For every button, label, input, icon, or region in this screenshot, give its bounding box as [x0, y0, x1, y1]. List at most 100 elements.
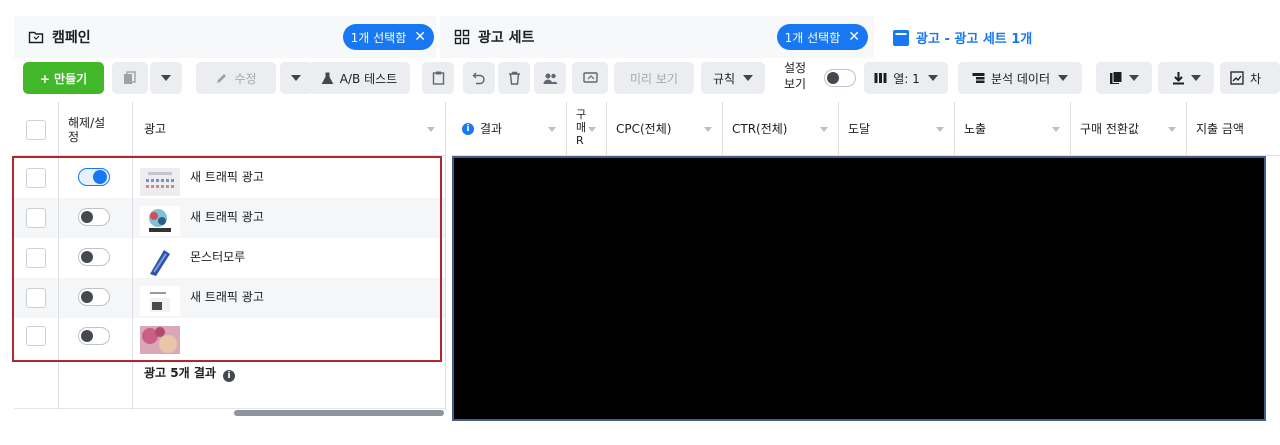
selection-pill-adset[interactable]: 1개 선택함 ✕	[776, 24, 868, 50]
duplicate-button[interactable]	[112, 62, 148, 94]
reports-button[interactable]	[1096, 62, 1152, 94]
edit-button-label: 수정	[234, 71, 257, 86]
header-amount-spent[interactable]: 지출 금액	[1186, 102, 1280, 156]
chart-icon	[1230, 71, 1244, 85]
header-purchase-value-label: 구매 전환값	[1080, 122, 1140, 136]
folder-icon	[28, 29, 44, 45]
header-purchase-roas[interactable]: 구매 R	[566, 102, 606, 156]
tab-campaign[interactable]: 캠페인 1개 선택함 ✕	[14, 16, 440, 58]
clear-selection-icon[interactable]: ✕	[848, 29, 860, 45]
header-toggle[interactable]: 해제/설정	[58, 102, 132, 156]
sort-icon[interactable]	[548, 127, 556, 132]
header-toggle-label: 해제/설정	[68, 116, 106, 144]
duplicate-dropdown-button[interactable]	[150, 62, 182, 94]
flask-icon	[321, 72, 334, 85]
header-purchase-value[interactable]: 구매 전환값	[1070, 102, 1186, 156]
column-divider	[1186, 102, 1187, 156]
share-button[interactable]	[572, 62, 608, 94]
header-impressions[interactable]: 노출	[954, 102, 1070, 156]
column-divider	[606, 102, 607, 156]
header-ad-label: 광고	[144, 122, 167, 136]
clipboard-icon	[432, 71, 445, 85]
chevron-down-icon	[161, 75, 171, 81]
chart-button[interactable]: 차	[1220, 62, 1280, 94]
header-ad-name[interactable]: 광고	[132, 102, 445, 156]
chevron-down-icon	[1190, 75, 1201, 81]
create-button[interactable]: + 만들기	[23, 62, 104, 94]
clear-selection-icon[interactable]: ✕	[414, 29, 426, 45]
toolbar: + 만들기 수정 A/B 테스트 미리 보기 규칙 설정 보기 열: 1 분석 …	[14, 60, 1280, 100]
chevron-down-icon	[1129, 75, 1139, 81]
setting-view-toggle[interactable]	[824, 69, 856, 90]
columns-button[interactable]: 열: 1	[864, 62, 948, 94]
header-cpc-label: CPC(전체)	[616, 122, 672, 136]
level-tabs: 캠페인 1개 선택함 ✕ 광고 세트 1개 선택함 ✕ 광고 - 광고 세트 1…	[14, 16, 1280, 58]
toggle-knob	[827, 72, 839, 84]
edit-button[interactable]: 수정	[196, 62, 276, 94]
column-divider	[722, 102, 723, 156]
sort-icon[interactable]	[704, 127, 712, 132]
info-icon[interactable]: i	[223, 370, 236, 382]
ad-card-icon	[892, 29, 909, 46]
sort-icon[interactable]	[1052, 127, 1060, 132]
ab-test-button[interactable]: A/B 테스트	[308, 62, 410, 94]
header-result-label: 결과	[480, 122, 503, 136]
chart-label: 차	[1250, 71, 1262, 86]
column-divider	[838, 102, 839, 156]
header-cpc[interactable]: CPC(전체)	[606, 102, 722, 156]
header-result[interactable]: i 결과	[452, 102, 566, 156]
column-divider	[1070, 102, 1071, 156]
pencil-icon	[215, 72, 228, 85]
trash-icon	[508, 71, 521, 85]
setting-view-label: 설정 보기	[783, 61, 807, 91]
results-summary: 광고 5개 결과 i	[144, 364, 236, 382]
header-reach-label: 도달	[848, 122, 871, 136]
horizontal-scrollbar[interactable]	[234, 410, 444, 416]
export-button[interactable]	[1158, 62, 1214, 94]
rules-button[interactable]: 규칙	[701, 62, 765, 94]
selection-pill-label: 1개 선택함	[784, 30, 841, 45]
columns-label: 열: 1	[893, 71, 920, 86]
breakdown-button[interactable]: 분석 데이터	[958, 62, 1082, 94]
chevron-down-icon	[1058, 75, 1068, 81]
delete-button[interactable]	[498, 62, 530, 94]
tab-campaign-label: 캠페인	[52, 30, 91, 46]
tab-ad[interactable]: 광고 - 광고 세트 1개	[878, 16, 1280, 58]
table-divider	[14, 408, 446, 409]
rules-button-label: 규칙	[712, 71, 736, 86]
column-divider	[445, 102, 446, 410]
reports-icon	[1109, 71, 1123, 85]
chevron-down-icon	[743, 75, 754, 81]
info-icon[interactable]: i	[462, 122, 474, 135]
header-ctr[interactable]: CTR(전체)	[722, 102, 838, 156]
create-button-label: + 만들기	[39, 71, 88, 86]
columns-icon	[874, 72, 887, 84]
audience-button[interactable]	[534, 62, 566, 94]
header-reach[interactable]: 도달	[838, 102, 954, 156]
sort-icon[interactable]	[1168, 127, 1176, 132]
download-icon	[1172, 71, 1185, 85]
preview-button[interactable]: 미리 보기	[614, 62, 694, 94]
breakdown-icon	[972, 72, 985, 84]
undo-button[interactable]	[463, 62, 495, 94]
toggle-switch[interactable]	[824, 69, 856, 87]
column-divider	[566, 102, 567, 156]
tab-adset[interactable]: 광고 세트 1개 선택함 ✕	[440, 16, 878, 58]
sort-icon[interactable]	[936, 127, 944, 132]
select-all-checkbox[interactable]	[26, 120, 46, 140]
column-divider	[954, 102, 955, 156]
header-ctr-label: CTR(전체)	[732, 122, 788, 136]
selection-pill-campaign[interactable]: 1개 선택함 ✕	[342, 24, 434, 50]
header-amount-spent-label: 지출 금액	[1196, 122, 1244, 136]
ads-table: 해제/설정 광고 i 결과 구매 R CPC(전체) CTR(전체) 도달 노출…	[12, 102, 1280, 421]
sort-icon[interactable]	[820, 127, 828, 132]
preview-button-label: 미리 보기	[630, 71, 678, 86]
sort-icon[interactable]	[427, 127, 435, 132]
grid-icon	[454, 29, 470, 45]
clipboard-button[interactable]	[422, 62, 454, 94]
sort-icon[interactable]	[588, 127, 596, 132]
undo-icon	[472, 71, 486, 85]
header-purchase-roas-label: 구매 R	[576, 108, 587, 147]
chevron-down-icon	[927, 75, 938, 81]
tab-ad-label: 광고 - 광고 세트 1개	[916, 31, 1033, 47]
